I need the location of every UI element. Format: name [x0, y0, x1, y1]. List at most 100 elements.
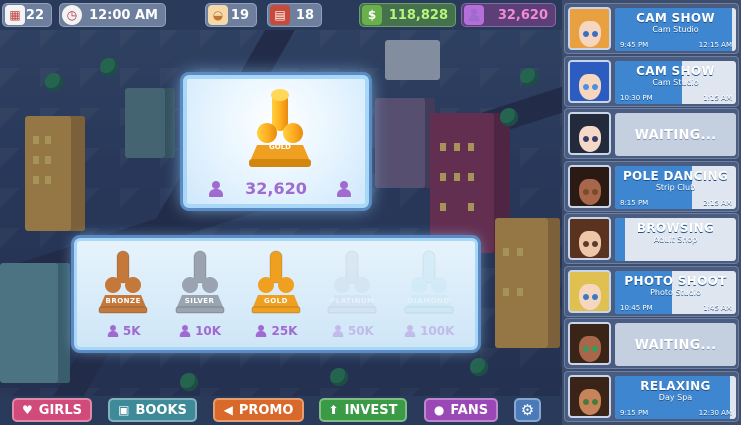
person-icon: [179, 325, 191, 337]
day-counter: ▦ 22: [2, 3, 52, 27]
girl-eye: [583, 398, 589, 405]
girl-portrait[interactable]: [568, 164, 611, 208]
books-label: BOOKS: [135, 402, 187, 418]
invest-button[interactable]: ⬆ INVEST: [319, 398, 407, 422]
trophy-tier: DIAMOND 100K: [395, 247, 463, 341]
girl-slot[interactable]: WAITING...: [564, 318, 739, 369]
tier-req-value: 5K: [122, 324, 141, 338]
girls-button[interactable]: ♥ GIRLS: [12, 398, 92, 422]
calendar-icon: ▦: [5, 5, 25, 25]
trophy-icon: [327, 250, 377, 314]
person-icon: [256, 325, 267, 337]
girl-eye: [583, 241, 589, 247]
girl-slot[interactable]: CAM SHOW Cam Studio 10:30 PM 1:15 AM: [564, 55, 739, 107]
gear-icon: ⚙: [520, 401, 535, 419]
person-icon: [404, 325, 416, 337]
girl-eye: [592, 31, 598, 37]
girl-slot[interactable]: POLE DANCING Strip Club 8:15 PM 2:15 AM: [564, 160, 739, 212]
girl-portrait[interactable]: [568, 374, 611, 418]
trophy-icon: [98, 250, 148, 314]
books-button[interactable]: ▣ BOOKS: [108, 398, 197, 422]
tier-badge: SILVER: [184, 297, 215, 305]
tier-requirement: 100K: [403, 323, 454, 339]
activity-title: CAM SHOW: [636, 11, 715, 25]
tier-requirement: 5K: [106, 323, 141, 339]
trophy-icon: [251, 250, 301, 314]
food-bowl-icon: ◒: [208, 5, 228, 25]
girl-eye: [583, 346, 589, 352]
clock-icon: ◷: [62, 5, 82, 25]
tier-badge: GOLD: [263, 297, 288, 305]
game-clock: ◷ 12:00 AM: [59, 3, 166, 27]
heart-icon: ♥: [22, 403, 33, 417]
tier-req-value: 10K: [195, 324, 222, 338]
person-icon: [337, 181, 351, 197]
trophy-icon: [404, 250, 454, 314]
girl-eye: [592, 346, 598, 352]
girls-schedule-panel: CAM SHOW Cam Studio 9:45 PM 12:15 AM CAM…: [562, 0, 741, 425]
settings-button[interactable]: ⚙: [514, 398, 541, 422]
girl-slot[interactable]: WAITING...: [564, 108, 739, 159]
current-trophy-card: GOLD 32,620: [183, 75, 369, 208]
stat-counter-b: ▤ 18: [267, 3, 322, 27]
girl-slot[interactable]: BROWSING Adult Shop: [564, 213, 739, 264]
girl-eye: [592, 241, 598, 247]
activity-location: Photo Studio: [650, 287, 701, 297]
girl-slot[interactable]: CAM SHOW Cam Studio 9:45 PM 12:15 AM: [564, 3, 739, 54]
book-icon: ▤: [270, 5, 290, 25]
fans-button[interactable]: ● FANS: [424, 398, 498, 422]
activity-status[interactable]: WAITING...: [615, 323, 736, 366]
activity-title: CAM SHOW: [636, 63, 715, 78]
girl-portrait[interactable]: [568, 269, 611, 313]
activity-location: Cam Studio: [652, 25, 699, 34]
activity-end-time: 12:15 AM: [698, 41, 732, 49]
activity-status[interactable]: PHOTO SHOOT Photo Studio 10:45 PM 1:45 A…: [615, 270, 736, 314]
activity-end-time: 2:15 AM: [703, 198, 732, 207]
megaphone-icon: ◀: [223, 403, 233, 417]
fans-value: 32,620: [497, 7, 548, 23]
activity-title: WAITING...: [634, 338, 717, 353]
girl-portrait[interactable]: [568, 112, 611, 155]
trophy-tier: GOLD 25K: [242, 247, 310, 341]
girl-portrait[interactable]: [568, 217, 611, 260]
tier-requirement: 25K: [254, 323, 297, 339]
girl-slot[interactable]: PHOTO SHOOT Photo Studio 10:45 PM 1:45 A…: [564, 265, 739, 317]
activity-location: Adult Shop: [653, 235, 698, 244]
activity-status[interactable]: CAM SHOW Cam Studio 10:30 PM 1:15 AM: [615, 60, 736, 104]
girl-portrait[interactable]: [568, 322, 611, 365]
girl-slot[interactable]: RELAXING Day Spa 9:15 PM 12:30 AM: [564, 370, 739, 422]
tier-requirement: 10K: [178, 323, 221, 339]
girl-eye: [592, 398, 598, 405]
activity-location: Strip Club: [655, 182, 696, 192]
activity-status[interactable]: WAITING...: [615, 113, 736, 156]
stat-a-value: 19: [230, 7, 249, 23]
girl-portrait[interactable]: [568, 7, 611, 50]
trophy-tiers: BRONZE 5K SILVER 10K GOLD 25K PLATINUM 5…: [74, 238, 478, 350]
stat-b-value: 18: [295, 7, 314, 23]
activity-status[interactable]: CAM SHOW Cam Studio 9:45 PM 12:15 AM: [615, 8, 736, 51]
trophy-icon: [175, 250, 225, 314]
activity-location: Day Spa: [658, 392, 693, 402]
activity-status[interactable]: POLE DANCING Strip Club 8:15 PM 2:15 AM: [615, 165, 736, 209]
activity-status[interactable]: BROWSING Adult Shop: [615, 218, 736, 261]
stat-counter-a: ◒ 19: [205, 3, 257, 27]
tier-req-value: 100K: [420, 324, 455, 338]
bottom-nav: ♥ GIRLS ▣ BOOKS ◀ PROMO ⬆ INVEST ● FANS …: [0, 396, 562, 425]
activity-status[interactable]: RELAXING Day Spa 9:15 PM 12:30 AM: [615, 375, 736, 419]
activity-start-time: 10:45 PM: [620, 303, 653, 312]
invest-label: INVEST: [344, 402, 398, 418]
activity-end-time: 1:15 AM: [703, 93, 732, 102]
promo-button[interactable]: ◀ PROMO: [213, 398, 304, 422]
girl-eye: [592, 293, 598, 300]
day-value: 22: [25, 7, 44, 23]
clock-value: 12:00 AM: [89, 7, 158, 23]
up-arrow-icon: ⬆: [328, 403, 339, 417]
trophy-tier: SILVER 10K: [166, 247, 234, 341]
trophy-tier: BRONZE 5K: [89, 247, 157, 341]
girl-portrait[interactable]: [568, 59, 611, 103]
girl-eye: [592, 136, 598, 142]
person-icon: [332, 325, 344, 337]
trophy-tier: PLATINUM 50K: [318, 247, 386, 341]
activity-start-time: 8:15 PM: [620, 198, 649, 207]
tier-badge: BRONZE: [105, 297, 141, 305]
